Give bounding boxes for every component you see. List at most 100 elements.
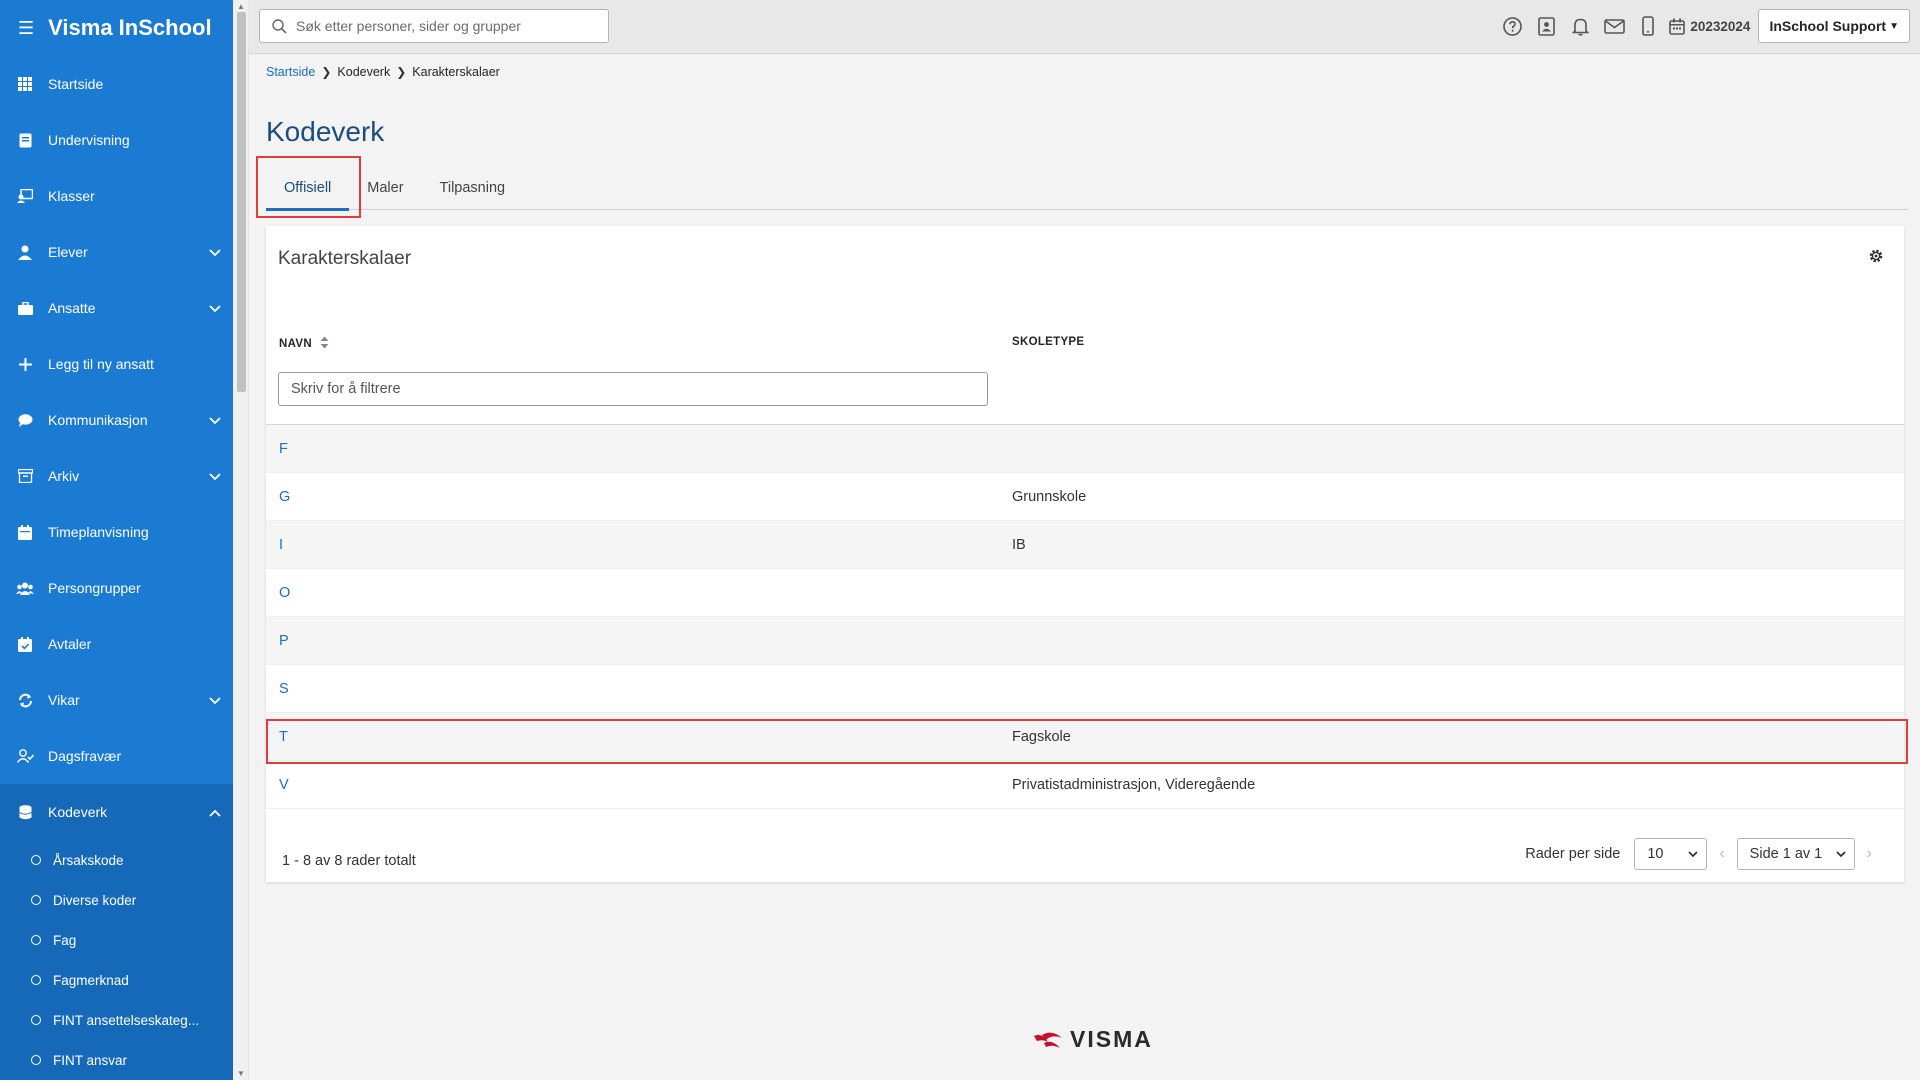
sidebar-item-vikar[interactable]: Vikar xyxy=(0,672,233,728)
app-brand[interactable]: ☰ Visma InSchool xyxy=(0,0,233,56)
sidebar-item-klasser[interactable]: Klasser xyxy=(0,168,233,224)
breadcrumb-section[interactable]: Kodeverk xyxy=(337,65,390,79)
school-year-selector[interactable]: 20232024 xyxy=(1669,18,1750,35)
grid-icon xyxy=(16,76,34,92)
hamburger-menu-icon[interactable]: ☰ xyxy=(18,18,34,39)
subitem-diverse-koder[interactable]: Diverse koder xyxy=(0,880,233,920)
sidebar-item-persongrupper[interactable]: Persongrupper xyxy=(0,560,233,616)
sidebar-item-kommunikasjon[interactable]: Kommunikasjon xyxy=(0,392,233,448)
subitem-fagmerknad[interactable]: Fagmerknad xyxy=(0,960,233,1000)
karakterskala-table: F G Grunnskole I IB O P S T Fagskole V Priva… xyxy=(266,424,1904,809)
sidebar-scrollbar[interactable]: ▲ ▼ xyxy=(233,0,249,1080)
mail-icon[interactable] xyxy=(1597,9,1631,43)
table-row[interactable]: I IB xyxy=(266,521,1904,569)
sidebar-item-kodeverk[interactable]: Kodeverk xyxy=(0,784,233,840)
logo-wordmark: VISMA xyxy=(1070,1026,1153,1052)
sidebar-item-label: Startside xyxy=(48,76,104,92)
sidebar-item-label: Legg til ny ansatt xyxy=(48,356,154,372)
circle-bullet-icon xyxy=(31,855,41,865)
circle-bullet-icon xyxy=(31,1055,41,1065)
table-row[interactable]: T Fagskole xyxy=(266,713,1904,761)
subitem-arsakskode[interactable]: Årsakskode xyxy=(0,840,233,880)
sidebar-item-elever[interactable]: Elever xyxy=(0,224,233,280)
chevron-down-icon[interactable] xyxy=(209,468,221,484)
sidebar-item-ansatte[interactable]: Ansatte xyxy=(0,280,233,336)
row-name-link[interactable]: P xyxy=(279,633,289,649)
table-row[interactable]: G Grunnskole xyxy=(266,473,1904,521)
table-row[interactable]: P xyxy=(266,617,1904,665)
subitem-fint-ansettelseskategori[interactable]: FINT ansettelseskateg... xyxy=(0,1000,233,1040)
user-menu-button[interactable]: InSchool Support ▼ xyxy=(1758,9,1910,43)
contact-card-icon[interactable] xyxy=(1529,9,1563,43)
breadcrumb-home-link[interactable]: Startside xyxy=(266,65,315,79)
school-year-label: 20232024 xyxy=(1690,18,1751,34)
sidebar-item-timeplanvisning[interactable]: Timeplanvisning xyxy=(0,504,233,560)
table-row[interactable]: F xyxy=(266,425,1904,473)
row-name-link[interactable]: F xyxy=(279,441,288,457)
subitem-label: Diverse koder xyxy=(53,892,137,908)
karakterskalaer-card: Karakterskalaer NAVN SKOLETYPE Skriv for… xyxy=(266,226,1904,882)
page-select[interactable]: Side 1 av 1 xyxy=(1736,838,1855,870)
table-row[interactable]: O xyxy=(266,569,1904,617)
gear-icon[interactable] xyxy=(1868,248,1884,269)
sidebar: ☰ Visma InSchool Startside Undervisning … xyxy=(0,0,233,1080)
subitem-label: Årsakskode xyxy=(53,852,124,868)
sidebar-item-dagsfravaer[interactable]: Dagsfravær xyxy=(0,728,233,784)
sidebar-item-arkiv[interactable]: Arkiv xyxy=(0,448,233,504)
chevron-down-icon xyxy=(1688,846,1698,862)
chevron-down-icon[interactable] xyxy=(209,300,221,316)
row-name-link[interactable]: S xyxy=(279,681,289,697)
rows-per-page-select[interactable]: 10 xyxy=(1634,838,1708,870)
chevron-down-icon[interactable] xyxy=(209,692,221,708)
sync-icon xyxy=(16,692,34,708)
help-icon[interactable] xyxy=(1495,9,1529,43)
global-search-input[interactable]: Søk etter personer, sider og grupper xyxy=(259,9,609,43)
table-row[interactable]: S xyxy=(266,665,1904,713)
subitem-label: FINT ansettelseskateg... xyxy=(53,1012,200,1028)
rows-per-page-label: Rader per side xyxy=(1525,846,1621,862)
chevron-down-icon[interactable] xyxy=(209,412,221,428)
name-filter-input[interactable]: Skriv for å filtrere xyxy=(278,372,988,406)
chevron-down-icon[interactable] xyxy=(209,244,221,260)
tab-maler[interactable]: Maler xyxy=(349,166,421,210)
tab-tilpasning[interactable]: Tilpasning xyxy=(422,166,524,210)
sort-icon[interactable] xyxy=(320,336,329,352)
sidebar-item-undervisning[interactable]: Undervisning xyxy=(0,112,233,168)
chevron-down-icon xyxy=(1836,846,1846,862)
chevron-right-icon: ❯ xyxy=(396,65,407,79)
sidebar-item-legg-til-ny-ansatt[interactable]: Legg til ny ansatt xyxy=(0,336,233,392)
sidebar-item-startside[interactable]: Startside xyxy=(0,56,233,112)
sidebar-item-label: Klasser xyxy=(48,188,95,204)
subitem-label: Fagmerknad xyxy=(53,972,129,988)
scroll-down-arrow-icon[interactable]: ▼ xyxy=(237,1069,245,1078)
column-header-skoletype: SKOLETYPE xyxy=(1012,336,1084,348)
row-name-link[interactable]: V xyxy=(279,777,289,793)
column-header-navn[interactable]: NAVN xyxy=(279,336,329,352)
bell-icon[interactable] xyxy=(1563,9,1597,43)
chevron-up-icon[interactable] xyxy=(209,804,221,820)
circle-bullet-icon xyxy=(31,975,41,985)
student-icon xyxy=(16,244,34,260)
user-label: InSchool Support xyxy=(1769,18,1887,34)
row-name-link[interactable]: T xyxy=(279,729,288,745)
table-row[interactable]: V Privatistadministrasjon, Videregående xyxy=(266,761,1904,809)
row-name-link[interactable]: O xyxy=(279,585,290,601)
top-bar: Søk etter personer, sider og grupper 202… xyxy=(249,0,1920,54)
card-title: Karakterskalaer xyxy=(278,248,412,269)
tab-offisiell[interactable]: Offisiell xyxy=(266,166,350,211)
next-page-icon[interactable]: › xyxy=(1867,845,1872,863)
subitem-fint-ansvar[interactable]: FINT ansvar xyxy=(0,1040,233,1080)
user-check-icon xyxy=(16,748,34,764)
kodeverk-submenu: Årsakskode Diverse koder Fag Fagmerknad … xyxy=(0,840,233,1080)
mobile-phone-icon[interactable] xyxy=(1631,9,1665,43)
scrollbar-thumb[interactable] xyxy=(237,12,246,392)
previous-page-icon[interactable]: ‹ xyxy=(1719,845,1724,863)
subitem-fag[interactable]: Fag xyxy=(0,920,233,960)
sidebar-item-label: Undervisning xyxy=(48,132,130,148)
plus-icon xyxy=(16,356,34,372)
book-icon xyxy=(16,132,34,148)
row-name-link[interactable]: I xyxy=(279,537,283,553)
sidebar-item-avtaler[interactable]: Avtaler xyxy=(0,616,233,672)
scroll-up-arrow-icon[interactable]: ▲ xyxy=(237,2,245,11)
row-name-link[interactable]: G xyxy=(279,489,290,505)
